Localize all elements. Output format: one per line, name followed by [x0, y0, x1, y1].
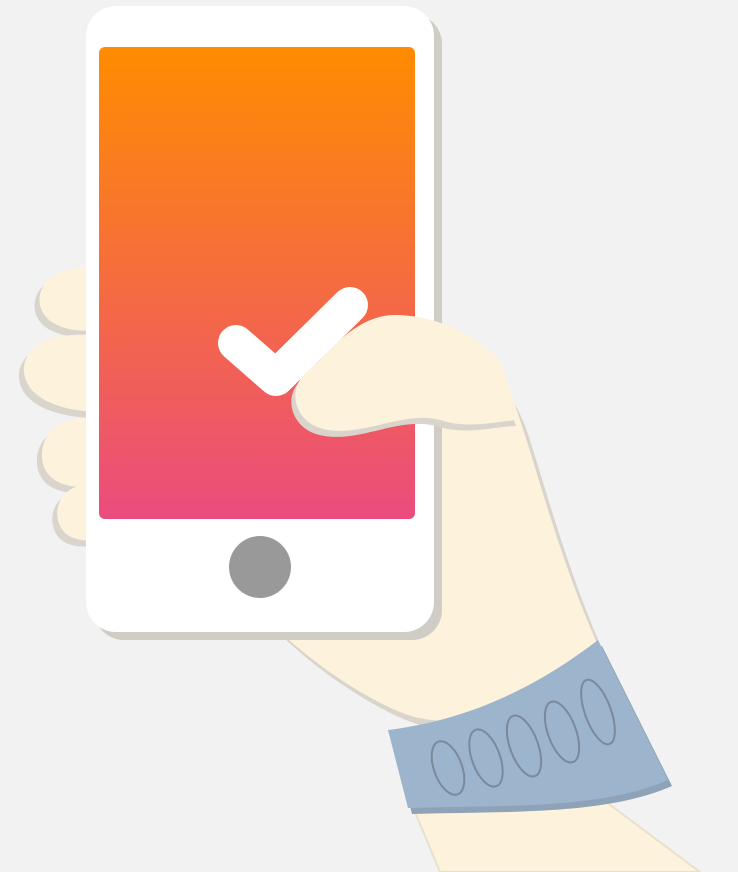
- home-button-icon[interactable]: [229, 536, 291, 598]
- phone-screen: [99, 47, 415, 519]
- hand-holding-phone-illustration: [0, 0, 738, 872]
